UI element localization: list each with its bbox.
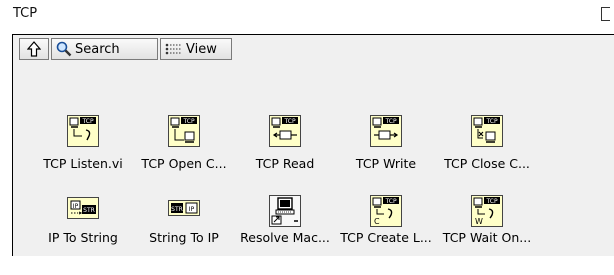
svg-text:TCP: TCP [384,118,397,125]
palette-titlebar: TCP [0,0,614,34]
palette-item-tcp-write[interactable]: TCP TCP Write [331,115,441,195]
palette-title: TCP [13,6,38,21]
svg-text:TCP: TCP [384,198,397,205]
string-to-ip-icon: STR IP [168,200,200,216]
svg-text:STR: STR [83,207,95,214]
tcp-write-icon: TCP [370,115,402,147]
palette-item-label: TCP Wait On... [442,230,532,245]
svg-text:STR: STR [171,206,183,213]
ip-to-string-icon: IP STR [67,197,99,219]
svg-text:TCP: TCP [485,118,498,125]
palette-item-tcp-read[interactable]: TCP TCP Read [230,115,340,195]
tcp-open-icon: TCP [168,115,200,147]
palette-item-tcp-listen[interactable]: TCP TCP Listen.vi [28,115,138,195]
tcp-wait-on-listener-icon: TCP W [471,195,503,227]
svg-text:TCP: TCP [485,198,498,205]
palette-item-tcp-open[interactable]: TCP TCP Open C... [129,115,239,195]
tcp-read-icon: TCP [269,115,301,147]
functions-palette: Search View TCP TCP Listen.vi TCP TCP Op… [12,34,614,256]
pin-icon[interactable] [601,7,610,21]
resolve-machine-icon [269,195,301,227]
palette-item-tcp-close[interactable]: TCP TCP Close C... [432,115,542,195]
svg-text:TCP: TCP [283,118,296,125]
svg-text:W: W [475,217,483,226]
tcp-listen-icon: TCP [67,115,99,147]
palette-items: TCP TCP Listen.vi TCP TCP Open C... TCP … [13,35,614,257]
tcp-create-listener-icon: TCP C [370,195,402,227]
svg-text:C: C [374,217,380,226]
tcp-close-icon: TCP [471,115,503,147]
svg-text:TCP: TCP [182,118,195,125]
palette-item-tcp-wait-on-listener[interactable]: TCP W TCP Wait On... [432,195,542,275]
svg-text:TCP: TCP [81,118,94,125]
svg-text:IP: IP [189,206,195,213]
svg-text:IP: IP [73,203,79,210]
palette-item-label: TCP Close C... [444,156,530,171]
